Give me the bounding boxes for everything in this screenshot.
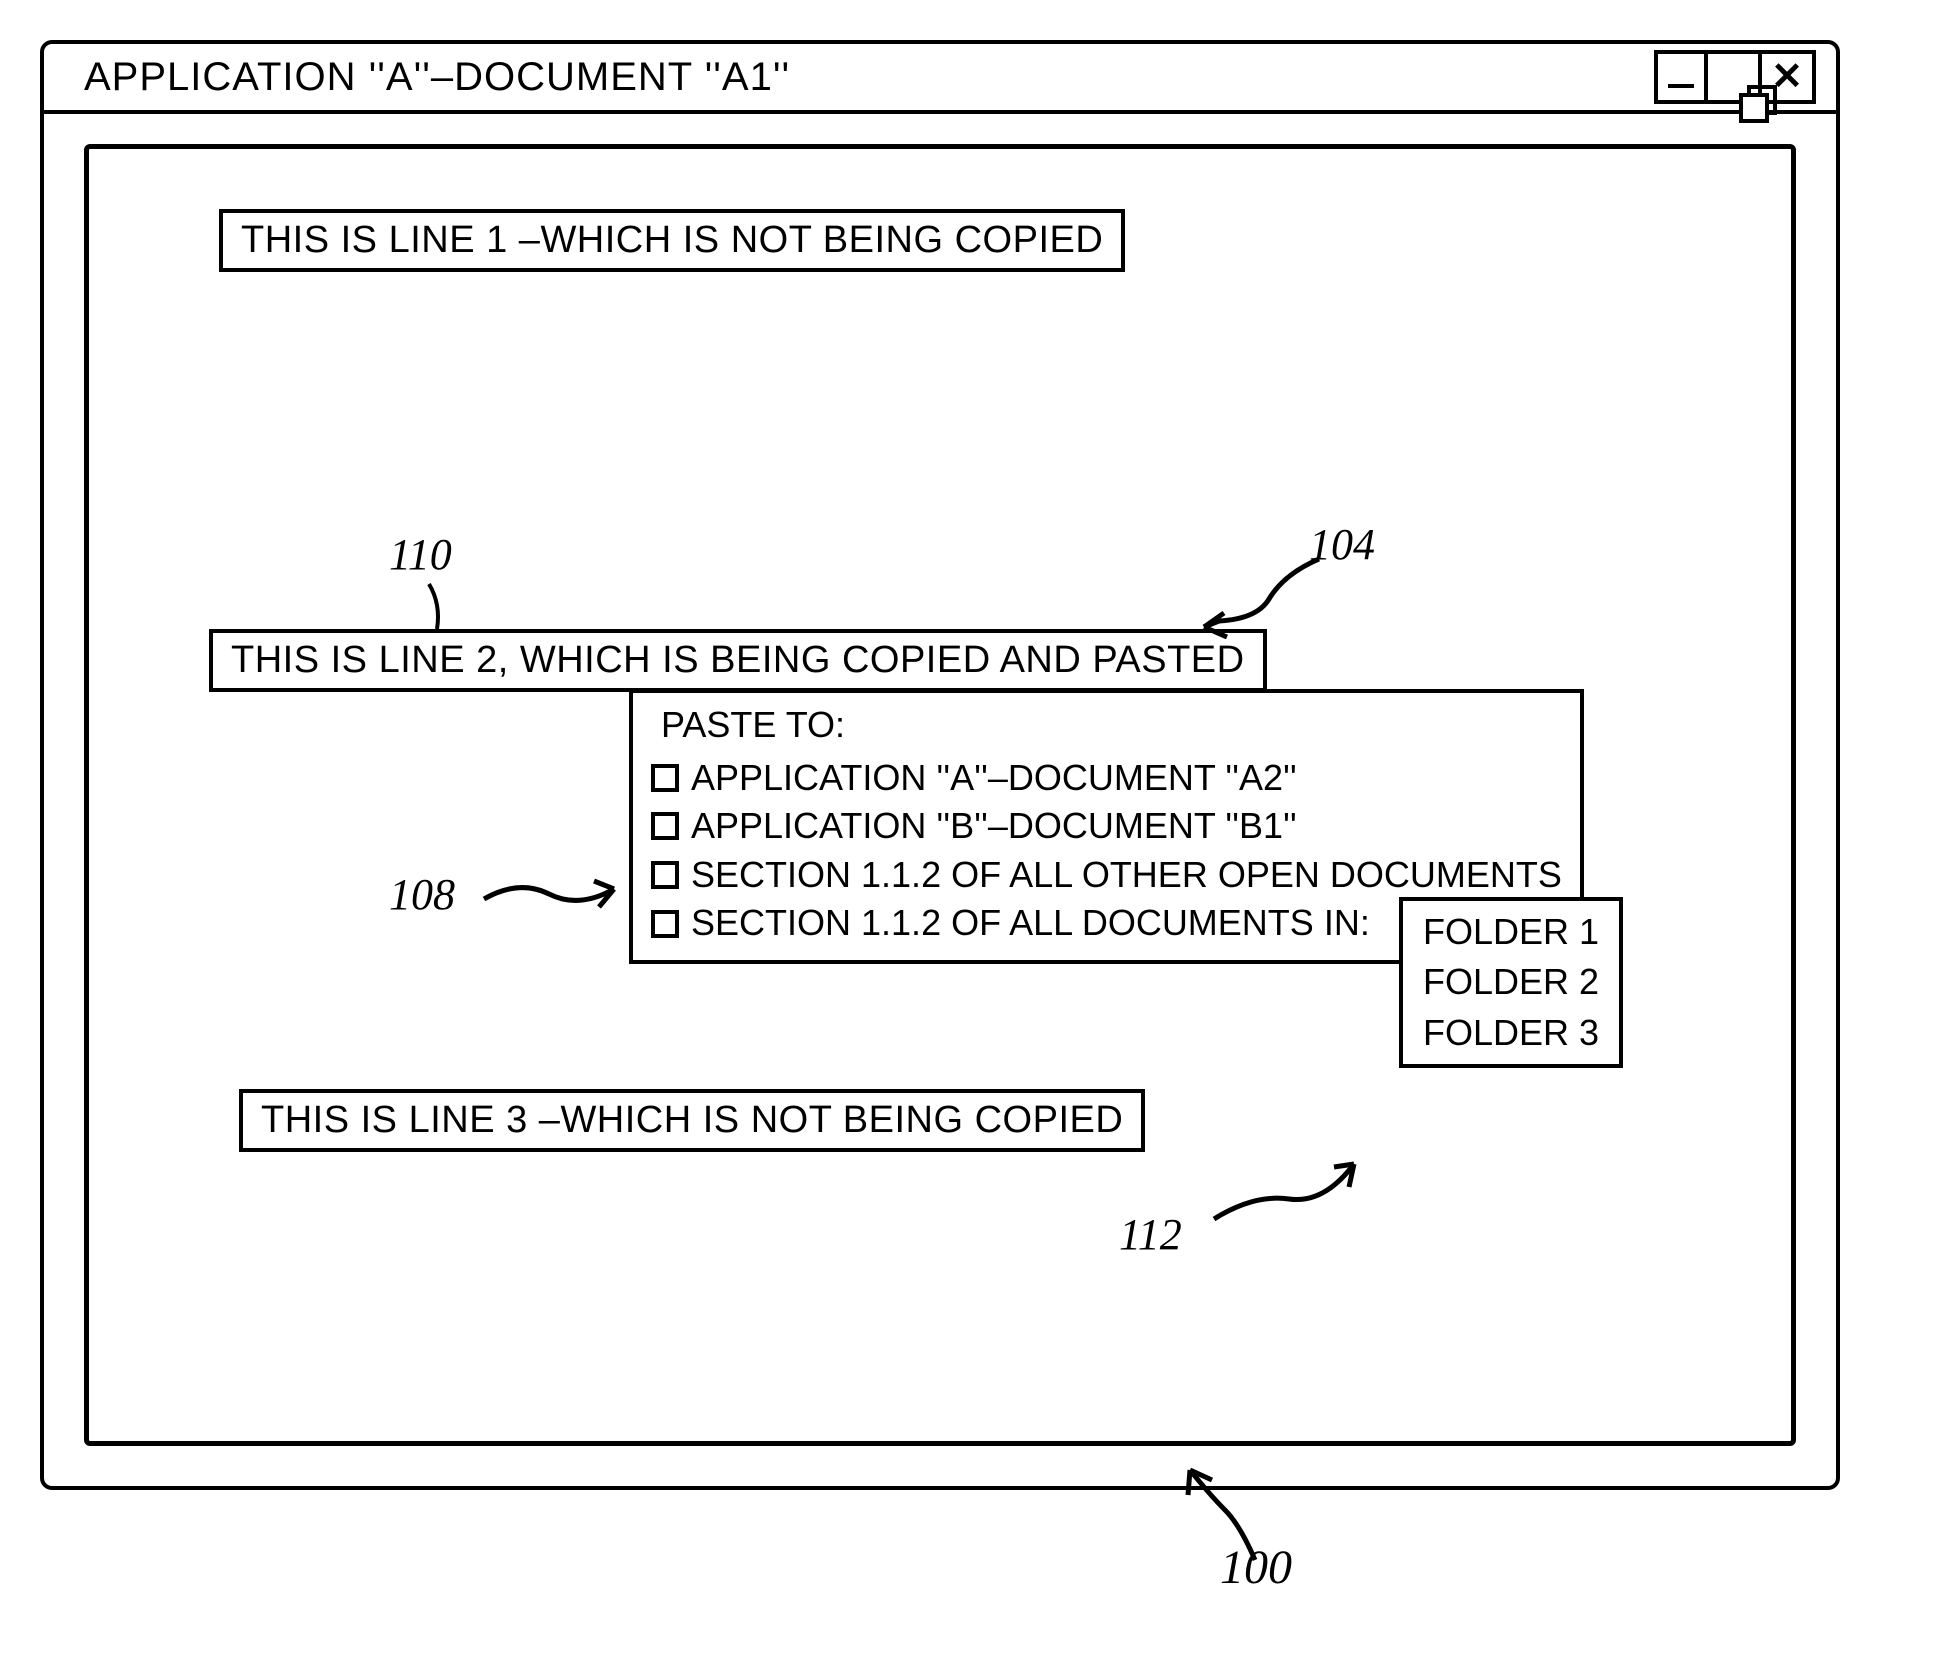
folder-submenu: FOLDER 1 FOLDER 2 FOLDER 3 — [1399, 897, 1623, 1068]
paste-option-app-b-doc-b1[interactable]: APPLICATION ''B''–DOCUMENT ''B1'' — [651, 802, 1562, 851]
arrow-112 — [1209, 1149, 1369, 1229]
checkbox-icon — [651, 910, 679, 938]
checkbox-icon — [651, 861, 679, 889]
callout-112: 112 — [1119, 1209, 1182, 1260]
paste-option-label: APPLICATION ''B''–DOCUMENT ''B1'' — [691, 802, 1297, 851]
content-area: THIS IS LINE 1 –WHICH IS NOT BEING COPIE… — [89, 149, 1791, 1441]
arrow-108 — [479, 869, 629, 919]
folder-option-3[interactable]: FOLDER 3 — [1423, 1008, 1599, 1058]
checkbox-icon — [651, 764, 679, 792]
paste-option-label: APPLICATION ''A''–DOCUMENT ''A2'' — [691, 754, 1297, 803]
paste-option-section-open-docs[interactable]: SECTION 1.1.2 OF ALL OTHER OPEN DOCUMENT… — [651, 851, 1562, 900]
text-line-1: THIS IS LINE 1 –WHICH IS NOT BEING COPIE… — [219, 209, 1125, 272]
titlebar: APPLICATION ''A''–DOCUMENT ''A1'' — [44, 44, 1836, 114]
arrow-104 — [1189, 549, 1329, 639]
window-controls — [1654, 50, 1816, 104]
callout-108: 108 — [389, 869, 455, 920]
paste-option-label: SECTION 1.1.2 OF ALL DOCUMENTS IN: — [691, 899, 1370, 948]
folder-option-1[interactable]: FOLDER 1 — [1423, 907, 1599, 957]
text-line-3: THIS IS LINE 3 –WHICH IS NOT BEING COPIE… — [239, 1089, 1145, 1152]
text-line-2-selected[interactable]: THIS IS LINE 2, WHICH IS BEING COPIED AN… — [209, 629, 1267, 692]
minimize-button[interactable] — [1654, 50, 1708, 104]
callout-100: 100 — [1220, 1540, 1292, 1595]
window-title: APPLICATION ''A''–DOCUMENT ''A1'' — [84, 55, 790, 100]
checkbox-icon — [651, 812, 679, 840]
callout-110: 110 — [389, 529, 452, 580]
folder-option-2[interactable]: FOLDER 2 — [1423, 957, 1599, 1007]
paste-option-label: SECTION 1.1.2 OF ALL OTHER OPEN DOCUMENT… — [691, 851, 1562, 900]
minimize-icon — [1668, 66, 1694, 88]
paste-menu-title: PASTE TO: — [651, 701, 1562, 750]
paste-option-app-a-doc-a2[interactable]: APPLICATION ''A''–DOCUMENT ''A2'' — [651, 754, 1562, 803]
document-content-frame: THIS IS LINE 1 –WHICH IS NOT BEING COPIE… — [84, 144, 1796, 1446]
maximize-button[interactable] — [1708, 50, 1762, 104]
application-window: APPLICATION ''A''–DOCUMENT ''A1'' THIS I… — [40, 40, 1840, 1490]
